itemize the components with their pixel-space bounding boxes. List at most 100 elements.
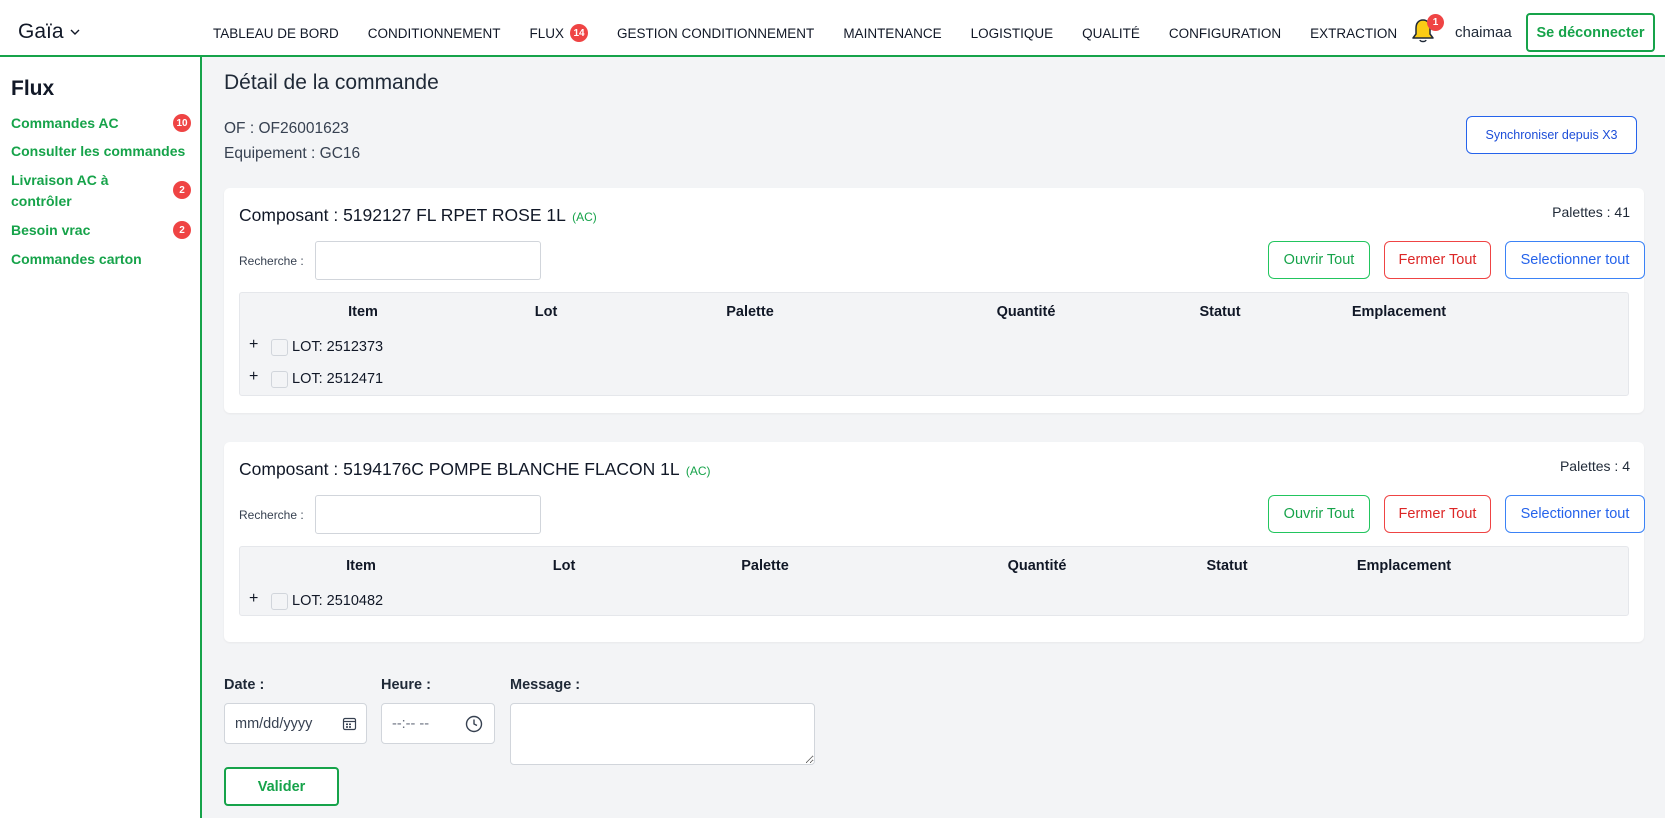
- column-header-statut: Statut: [1199, 304, 1241, 320]
- component-card: Composant : 5194176C POMPE BLANCHE FLACO…: [224, 442, 1645, 642]
- component-title: Composant : 5194176C POMPE BLANCHE FLACO…: [239, 459, 711, 480]
- date-placeholder: mm/dd/yyyy: [235, 716, 313, 732]
- notifications-button[interactable]: 1: [1409, 14, 1444, 45]
- nav-extraction[interactable]: EXTRACTION: [1310, 26, 1397, 41]
- sidebar-item-livraison-ac[interactable]: Livraison AC à contrôler 2: [11, 170, 191, 212]
- column-header-item: Item: [348, 304, 378, 320]
- time-placeholder: --:-- --: [392, 716, 430, 732]
- of-number: OF : OF26001623: [224, 120, 349, 137]
- username: chaimaa: [1455, 24, 1512, 41]
- search-label: Recherche :: [239, 508, 304, 522]
- nav-gestion-conditionnement[interactable]: GESTION CONDITIONNEMENT: [617, 26, 814, 41]
- column-header-lot: Lot: [534, 304, 558, 320]
- page-title: Détail de la commande: [224, 71, 439, 94]
- sidebar-badge: 2: [173, 221, 191, 239]
- sidebar-item-label: Livraison AC à contrôler: [11, 172, 109, 209]
- calendar-icon[interactable]: [342, 716, 357, 731]
- clock-icon[interactable]: [465, 715, 483, 733]
- nav-label: MAINTENANCE: [843, 25, 942, 41]
- select-all-button[interactable]: Selectionner tout: [1505, 241, 1645, 279]
- sidebar-item-consulter-commandes[interactable]: Consulter les commandes: [11, 141, 191, 162]
- expand-icon[interactable]: +: [249, 368, 258, 386]
- sidebar-item-commandes-ac[interactable]: Commandes AC 10: [11, 113, 191, 134]
- lot-checkbox[interactable]: [271, 339, 288, 356]
- main-nav: TABLEAU DE BORD CONDITIONNEMENT FLUX 14 G…: [213, 24, 1426, 42]
- submit-button[interactable]: Valider: [224, 767, 339, 806]
- sidebar-item-label: Consulter les commandes: [11, 143, 186, 159]
- nav-logistique[interactable]: LOGISTIQUE: [971, 26, 1054, 41]
- nav-label: QUALITÉ: [1082, 25, 1140, 41]
- search-input[interactable]: [315, 241, 541, 280]
- date-input[interactable]: mm/dd/yyyy: [224, 703, 367, 744]
- top-navbar: Gaïa TABLEAU DE BORD CONDITIONNEMENT FLU…: [0, 0, 1665, 57]
- nav-label: CONDITIONNEMENT: [367, 25, 501, 41]
- select-all-button[interactable]: Selectionner tout: [1505, 495, 1645, 533]
- nav-configuration[interactable]: CONFIGURATION: [1169, 26, 1281, 41]
- column-header-statut: Statut: [1206, 558, 1248, 574]
- chevron-down-icon: [70, 29, 80, 35]
- column-header-palette: Palette: [726, 304, 774, 320]
- palettes-count: Palettes : 4: [1559, 458, 1630, 474]
- nav-flux[interactable]: FLUX 14: [530, 24, 589, 42]
- nav-maintenance[interactable]: MAINTENANCE: [843, 26, 941, 41]
- search-label: Recherche :: [239, 254, 304, 268]
- time-label: Heure :: [381, 677, 431, 693]
- expand-icon[interactable]: +: [249, 590, 258, 608]
- nav-label: EXTRACTION: [1310, 25, 1398, 41]
- sidebar-item-commandes-carton[interactable]: Commandes carton: [11, 249, 191, 270]
- nav-qualite[interactable]: QUALITÉ: [1082, 26, 1140, 41]
- column-header-quantite: Quantité: [996, 304, 1056, 320]
- column-header-quantite: Quantité: [1007, 558, 1067, 574]
- lot-label: LOT: 2510482: [292, 593, 384, 609]
- brand-menu[interactable]: Gaïa: [18, 20, 80, 44]
- time-input[interactable]: --:-- --: [381, 703, 495, 744]
- column-header-lot: Lot: [552, 558, 576, 574]
- column-header-emplacement: Emplacement: [1351, 304, 1447, 320]
- close-all-button[interactable]: Fermer Tout: [1384, 241, 1491, 279]
- component-title-text: Composant : 5192127 FL RPET ROSE 1L: [239, 205, 566, 225]
- column-header-palette: Palette: [741, 558, 789, 574]
- lots-table: Item Lot Palette Quantité Statut Emplace…: [239, 546, 1629, 616]
- column-header-emplacement: Emplacement: [1356, 558, 1452, 574]
- component-title-text: Composant : 5194176C POMPE BLANCHE FLACO…: [239, 459, 679, 479]
- component-tag: (AC): [572, 210, 597, 224]
- flux-count-badge: 14: [570, 24, 589, 42]
- search-input[interactable]: [315, 495, 541, 534]
- nav-tableau-de-bord[interactable]: TABLEAU DE BORD: [213, 26, 339, 41]
- nav-conditionnement[interactable]: CONDITIONNEMENT: [368, 26, 501, 41]
- nav-label: LOGISTIQUE: [970, 25, 1054, 41]
- nav-label: GESTION CONDITIONNEMENT: [617, 25, 815, 41]
- component-card: Composant : 5192127 FL RPET ROSE 1L (AC)…: [224, 188, 1645, 413]
- component-title: Composant : 5192127 FL RPET ROSE 1L (AC): [239, 205, 597, 226]
- close-all-button[interactable]: Fermer Tout: [1384, 495, 1491, 533]
- equipement: Equipement : GC16: [224, 145, 361, 162]
- sidebar-title: Flux: [11, 77, 55, 100]
- sidebar-item-label: Commandes carton: [11, 251, 142, 267]
- sidebar-item-label: Besoin vrac: [11, 222, 91, 238]
- nav-label: FLUX: [529, 25, 565, 41]
- lot-label: LOT: 2512373: [292, 339, 384, 355]
- palettes-count: Palettes : 41: [1552, 204, 1630, 220]
- sidebar-badge: 10: [173, 114, 191, 132]
- date-label: Date :: [224, 677, 265, 693]
- open-all-button[interactable]: Ouvrir Tout: [1268, 495, 1370, 533]
- column-header-item: Item: [346, 558, 376, 574]
- nav-label: TABLEAU DE BORD: [213, 25, 339, 41]
- logout-button[interactable]: Se déconnecter: [1526, 13, 1655, 52]
- sidebar-item-label: Commandes AC: [11, 115, 119, 131]
- sidebar: Flux Commandes AC 10 Consulter les comma…: [0, 57, 202, 818]
- lots-table: Item Lot Palette Quantité Statut Emplace…: [239, 292, 1629, 396]
- main-content: Détail de la commande OF : OF26001623 Eq…: [203, 57, 1665, 818]
- sidebar-item-besoin-vrac[interactable]: Besoin vrac 2: [11, 220, 191, 241]
- component-tag: (AC): [685, 464, 711, 478]
- message-label: Message :: [510, 677, 581, 693]
- message-textarea[interactable]: [510, 703, 815, 765]
- nav-label: CONFIGURATION: [1168, 25, 1282, 41]
- sidebar-badge: 2: [173, 181, 191, 199]
- notifications-count-badge: 1: [1427, 14, 1444, 31]
- sync-x3-button[interactable]: Synchroniser depuis X3: [1466, 116, 1637, 154]
- open-all-button[interactable]: Ouvrir Tout: [1268, 241, 1370, 279]
- lot-checkbox[interactable]: [271, 593, 288, 610]
- lot-checkbox[interactable]: [271, 371, 288, 388]
- expand-icon[interactable]: +: [249, 336, 258, 354]
